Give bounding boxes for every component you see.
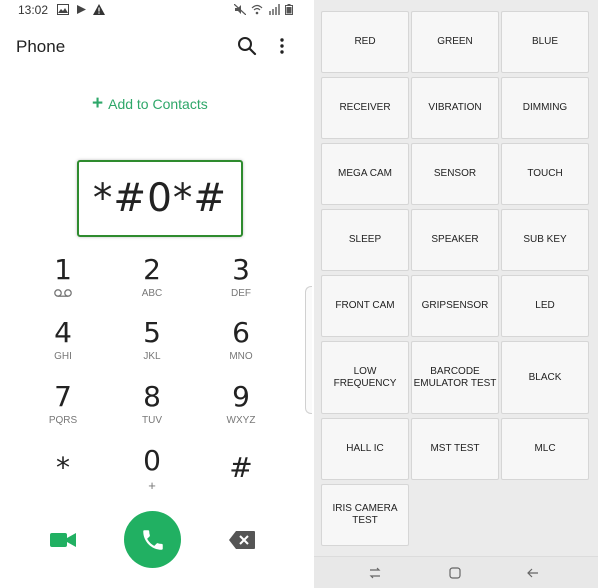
test-hall-ic-button[interactable]: HALL IC (321, 418, 409, 480)
test-sleep-button[interactable]: SLEEP (321, 209, 409, 271)
back-icon[interactable] (526, 566, 540, 580)
test-front-cam-button[interactable]: FRONT CAM (321, 275, 409, 337)
play-store-icon (77, 5, 86, 14)
key-letters: TUV (142, 415, 162, 426)
navigation-bar (314, 556, 598, 588)
key-letters: WXYZ (226, 415, 256, 426)
video-call-icon[interactable] (49, 526, 77, 554)
test-red-button[interactable]: RED (321, 11, 409, 73)
test-touch-button[interactable]: TOUCH (501, 143, 589, 205)
test-iris-camera-button[interactable]: IRIS CAMERA TEST (321, 484, 409, 546)
test-dimming-button[interactable]: DIMMING (501, 77, 589, 139)
status-time: 13:02 (18, 3, 49, 17)
test-sub-key-button[interactable]: SUB KEY (501, 209, 589, 271)
key-star[interactable]: * (18, 452, 108, 512)
key-digit: 6 (232, 316, 250, 349)
key-letters: GHI (54, 351, 72, 362)
key-digit: 9 (232, 380, 250, 413)
key-digit: 0 (143, 444, 161, 477)
key-letters: DEF (231, 288, 251, 299)
add-to-contacts-label: Add to Contacts (108, 96, 208, 112)
key-4[interactable]: 4 GHI (18, 317, 108, 377)
panel-resize-handle[interactable] (305, 286, 312, 414)
search-icon[interactable] (237, 36, 257, 56)
key-5[interactable]: 5 JKL (107, 317, 197, 377)
key-letters: MNO (229, 351, 253, 362)
key-hash[interactable]: # (196, 452, 286, 512)
key-letters: ABC (141, 288, 163, 299)
test-receiver-button[interactable]: RECEIVER (321, 77, 409, 139)
test-green-button[interactable]: GREEN (411, 11, 499, 73)
key-2[interactable]: 2 ABC (107, 254, 197, 314)
key-digit: * (56, 451, 70, 484)
wifi-icon (251, 4, 263, 15)
key-digit: 4 (54, 316, 72, 349)
status-bar: 13:02 (0, 0, 311, 20)
call-button[interactable] (124, 511, 181, 568)
dialed-number-field[interactable]: *#0*# (77, 160, 243, 237)
battery-icon (285, 4, 293, 15)
key-3[interactable]: 3 DEF (196, 254, 286, 314)
test-sensor-button[interactable]: SENSOR (411, 143, 499, 205)
dialer-panel: 13:02 Phone + Add to Contacts *#0*# 1 2 … (0, 0, 312, 587)
more-options-icon[interactable] (272, 36, 292, 56)
test-black-button[interactable]: BLACK (501, 341, 589, 414)
test-mega-cam-button[interactable]: MEGA CAM (321, 143, 409, 205)
test-blue-button[interactable]: BLUE (501, 11, 589, 73)
test-low-frequency-button[interactable]: LOW FREQUENCY (321, 341, 409, 414)
key-1[interactable]: 1 (18, 254, 108, 314)
key-digit: 7 (54, 380, 72, 413)
plus-icon: + (92, 93, 104, 114)
key-letters: PQRS (48, 415, 78, 426)
signal-icon (269, 4, 280, 15)
image-icon (57, 4, 69, 15)
mute-icon (234, 4, 246, 15)
app-title: Phone (16, 37, 66, 56)
dialed-number: *#0*# (92, 176, 228, 221)
backspace-icon[interactable] (228, 530, 256, 550)
key-digit: 2 (143, 253, 161, 286)
key-digit: # (229, 451, 253, 484)
test-led-button[interactable]: LED (501, 275, 589, 337)
home-icon[interactable] (448, 566, 462, 580)
test-barcode-emulator-button[interactable]: BARCODE EMULATOR TEST (411, 341, 499, 414)
key-digit: 8 (143, 380, 161, 413)
key-plus: + (148, 478, 156, 493)
test-gripsensor-button[interactable]: GRIPSENSOR (411, 275, 499, 337)
test-menu-panel: RED GREEN BLUE RECEIVER VIBRATION DIMMIN… (314, 0, 598, 588)
key-9[interactable]: 9 WXYZ (196, 381, 286, 441)
phone-icon (142, 529, 163, 550)
key-letters: JKL (143, 351, 161, 362)
key-6[interactable]: 6 MNO (196, 317, 286, 377)
test-mlc-button[interactable]: MLC (501, 418, 589, 480)
key-8[interactable]: 8 TUV (107, 381, 197, 441)
warning-icon (93, 4, 105, 15)
test-vibration-button[interactable]: VIBRATION (411, 77, 499, 139)
voicemail-icon (54, 289, 72, 297)
key-digit: 5 (143, 316, 161, 349)
recent-apps-icon[interactable] (368, 566, 382, 580)
test-speaker-button[interactable]: SPEAKER (411, 209, 499, 271)
add-to-contacts-button[interactable]: + Add to Contacts (92, 94, 208, 114)
key-0[interactable]: 0 + (107, 445, 197, 505)
key-7[interactable]: 7 PQRS (18, 381, 108, 441)
key-digit: 3 (232, 253, 250, 286)
key-digit: 1 (54, 253, 72, 286)
test-mst-test-button[interactable]: MST TEST (411, 418, 499, 480)
